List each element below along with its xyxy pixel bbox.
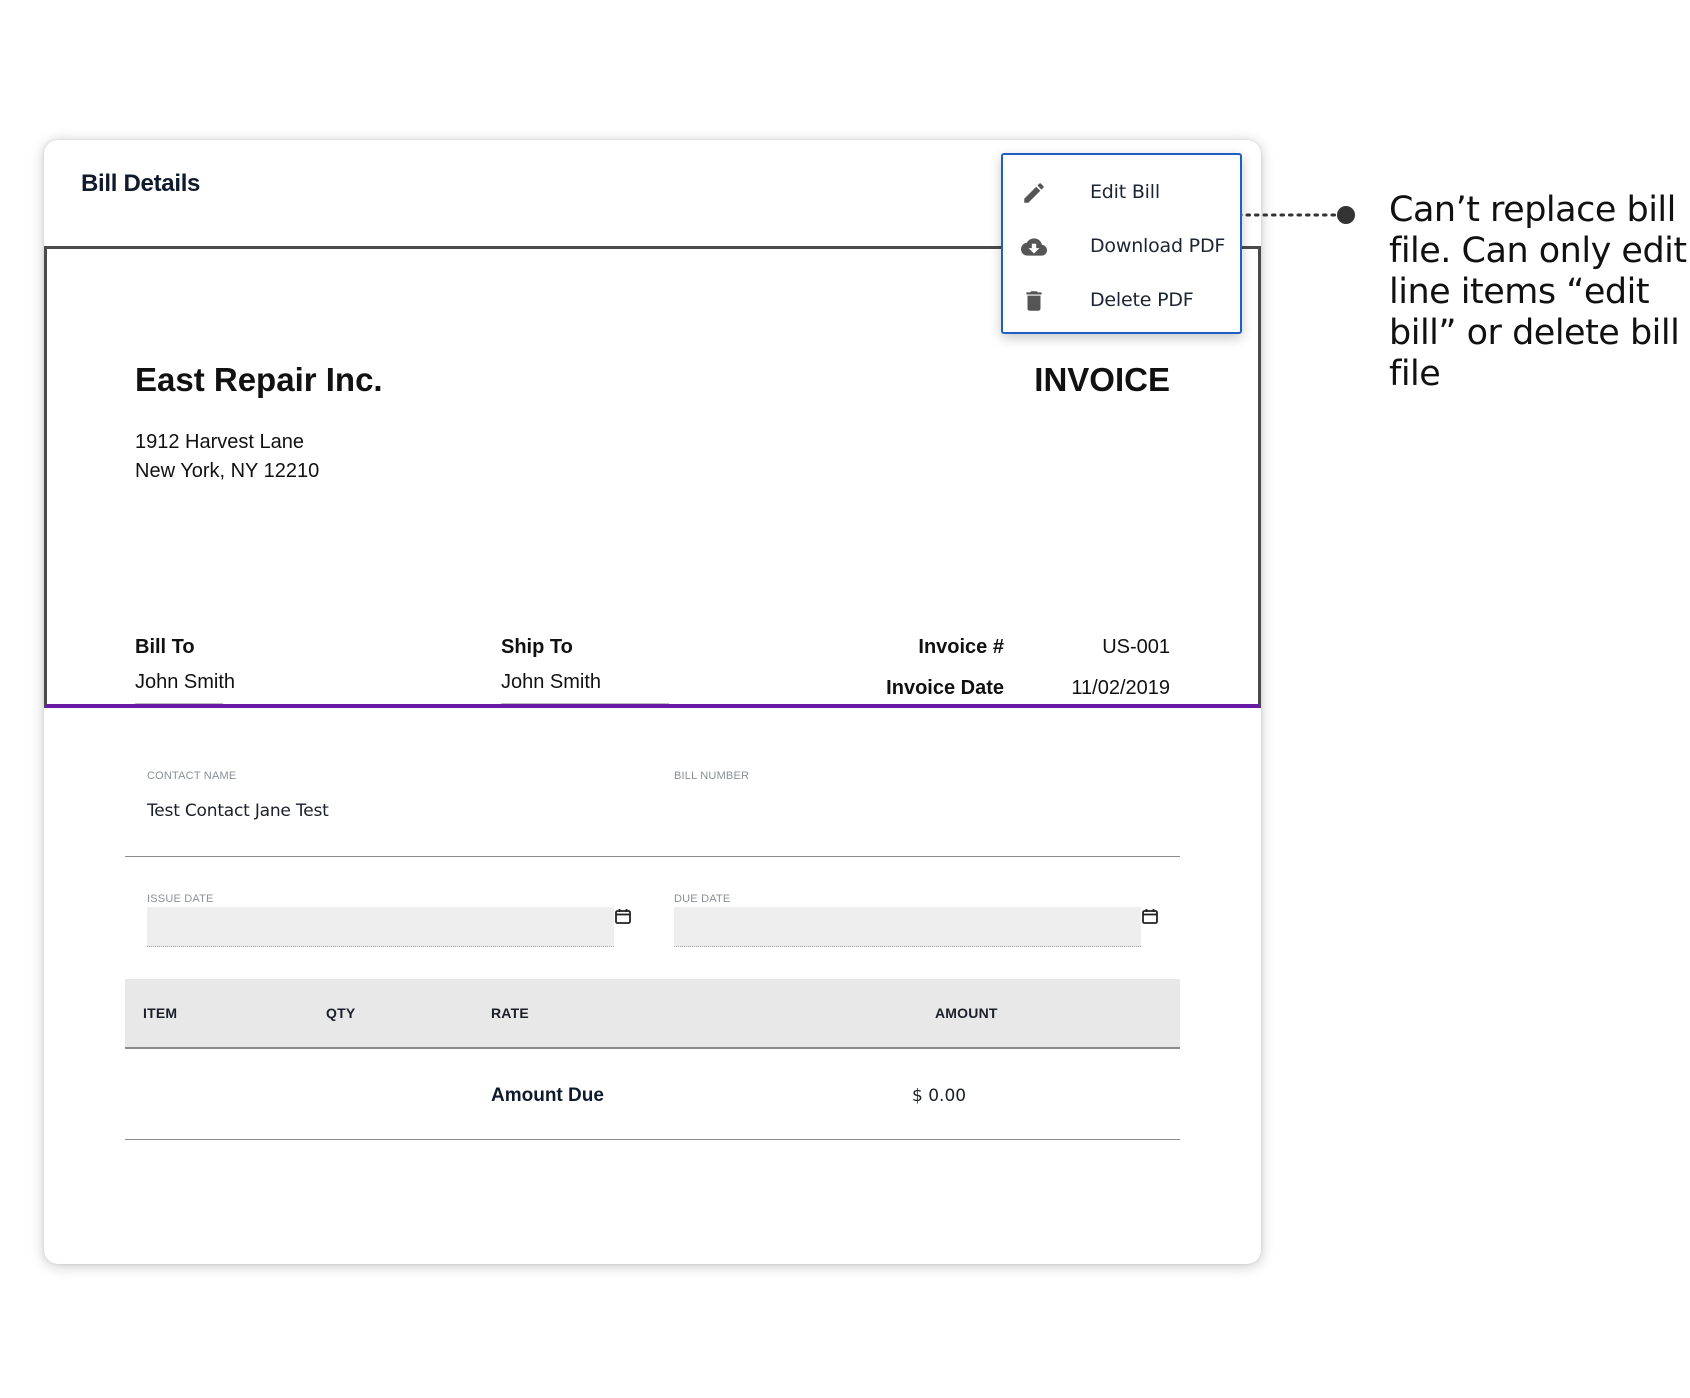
calendar-icon[interactable] bbox=[1141, 907, 1159, 925]
bill-actions-menu: Edit Bill Download PDF Delete PDF bbox=[1001, 153, 1242, 334]
menu-item-label: Download PDF bbox=[1090, 235, 1226, 257]
menu-item-edit-bill[interactable]: Edit Bill bbox=[1003, 168, 1240, 216]
pdf-cropped-text bbox=[135, 703, 223, 704]
column-header-amount: AMOUNT bbox=[935, 1005, 998, 1021]
column-header-qty: QTY bbox=[326, 1005, 356, 1021]
menu-item-label: Delete PDF bbox=[1090, 289, 1194, 311]
column-header-rate: RATE bbox=[491, 1005, 529, 1021]
line-items-header: ITEM QTY RATE AMOUNT bbox=[125, 979, 1180, 1049]
column-header-item: ITEM bbox=[143, 1005, 178, 1021]
issue-date-label: ISSUE DATE bbox=[147, 893, 214, 905]
annotation-note: Can’t replace bill file. Can only edit l… bbox=[1389, 190, 1687, 394]
pdf-address-line1: 1912 Harvest Lane bbox=[135, 431, 305, 453]
menu-item-download-pdf[interactable]: Download PDF bbox=[1003, 222, 1240, 270]
trash-icon bbox=[1026, 291, 1042, 311]
card-title: Bill Details bbox=[81, 170, 201, 197]
pdf-company-name: East Repair Inc. bbox=[135, 361, 383, 398]
pdf-bill-to-heading: Bill To bbox=[135, 636, 195, 658]
menu-item-delete-pdf[interactable]: Delete PDF bbox=[1003, 276, 1240, 324]
pdf-invoice-number-label: Invoice # bbox=[918, 636, 1004, 658]
pdf-ship-to-name: John Smith bbox=[501, 671, 602, 693]
pdf-invoice-date-label: Invoice Date bbox=[886, 677, 1004, 699]
contact-name-label: CONTACT NAME bbox=[147, 770, 237, 782]
pdf-invoice-number: US-001 bbox=[1102, 636, 1170, 658]
table-bottom-divider bbox=[125, 1139, 1180, 1140]
amount-due-label: Amount Due bbox=[491, 1085, 604, 1106]
menu-item-label: Edit Bill bbox=[1090, 181, 1160, 203]
due-date-input[interactable] bbox=[674, 907, 1141, 947]
bill-number-label: BILL NUMBER bbox=[674, 770, 750, 782]
pdf-bill-to-name: John Smith bbox=[135, 671, 236, 693]
callout-connector bbox=[1230, 206, 1355, 224]
cloud-download-icon bbox=[1021, 238, 1047, 256]
pdf-cropped-text bbox=[501, 703, 669, 704]
issue-date-input[interactable] bbox=[147, 907, 614, 947]
pdf-address-line2: New York, NY 12210 bbox=[135, 460, 320, 482]
contact-name-value[interactable]: Test Contact Jane Test bbox=[147, 801, 329, 821]
amount-due-value: $ 0.00 bbox=[912, 1086, 967, 1106]
form-divider bbox=[125, 856, 1180, 857]
due-date-label: DUE DATE bbox=[674, 893, 731, 905]
pdf-invoice-title: INVOICE bbox=[1034, 361, 1170, 398]
pdf-ship-to-heading: Ship To bbox=[501, 636, 573, 658]
calendar-icon[interactable] bbox=[614, 907, 632, 925]
page: Bill Details East Repair Inc. INVOICE 19… bbox=[0, 0, 1690, 1398]
pencil-icon bbox=[1024, 183, 1044, 203]
pdf-invoice-date: 11/02/2019 bbox=[1071, 677, 1170, 699]
